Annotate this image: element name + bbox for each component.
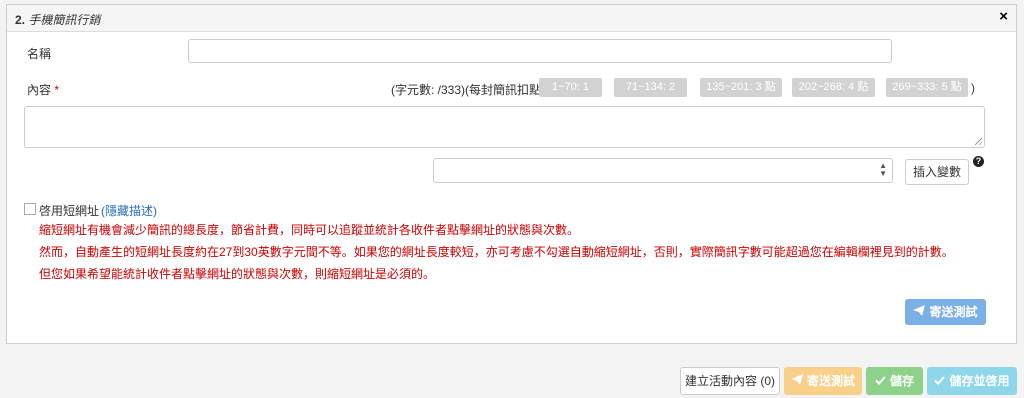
check-icon: [934, 368, 946, 394]
help-icon[interactable]: ?: [973, 156, 984, 167]
send-test-button[interactable]: 寄送測試: [905, 299, 986, 325]
save-button[interactable]: 儲存: [866, 367, 923, 395]
panel-title: 2. 手機簡訊行銷: [15, 11, 100, 28]
create-campaign-content-button[interactable]: 建立活動內容 (0): [680, 367, 780, 395]
close-icon[interactable]: ×: [999, 9, 1008, 25]
select-arrows-icon: ▲ ▼: [879, 161, 887, 178]
insert-variable-button[interactable]: 插入變數: [905, 159, 969, 185]
short-url-checkbox[interactable]: [24, 203, 36, 215]
char-info-close: ): [971, 81, 975, 95]
check-icon: [875, 368, 886, 394]
char-count-info: (字元數: /333)(每封簡訊扣點:: [391, 83, 545, 97]
hide-description-link[interactable]: (隱藏描述): [101, 202, 157, 219]
bottom-send-test-label: 寄送測試: [806, 374, 855, 388]
name-label: 名稱: [27, 47, 52, 61]
required-mark: *: [54, 83, 60, 97]
point-tier-1: 1~70: 1 點: [539, 78, 602, 112]
point-tier-4: 202~268: 4 點: [792, 78, 875, 97]
short-url-desc-2: 然而，自動產生的短網址長度約在27到30英數字元間不等。如果您的網址長度較短，亦…: [39, 245, 954, 259]
bottom-send-test-button[interactable]: 寄送測試: [784, 367, 862, 395]
point-tier-2: 71~134: 2 點: [614, 78, 687, 112]
panel-header: 2. 手機簡訊行銷 ×: [7, 5, 1016, 32]
content-textarea[interactable]: [24, 106, 985, 148]
short-url-label: 啓用短網址: [39, 204, 100, 218]
paper-plane-icon: [913, 299, 926, 325]
paper-plane-icon: [790, 368, 803, 394]
short-url-desc-3: 但您如果希望能統計收件者點擊網址的狀態與次數，則縮短網址是必須的。: [39, 267, 436, 281]
send-test-label: 寄送測試: [929, 305, 978, 319]
panel-number: 2.: [15, 13, 26, 27]
save-and-enable-button[interactable]: 儲存並啓用: [927, 367, 1017, 395]
panel-title-text: 手機簡訊行銷: [28, 13, 101, 27]
variable-select[interactable]: ▲ ▼: [433, 158, 893, 183]
point-tier-5: 269~333: 5 點: [886, 78, 968, 97]
point-tier-3: 135~201: 3 點: [700, 78, 782, 97]
short-url-desc-1: 縮短網址有機會減少簡訊的總長度，節省計費，同時可以追蹤並統計各收件者點擊網址的狀…: [39, 223, 580, 237]
content-label: 內容 *: [27, 81, 59, 98]
save-label: 儲存: [889, 374, 914, 388]
name-input[interactable]: [188, 39, 892, 63]
sms-marketing-panel: 2. 手機簡訊行銷 × 名稱 內容 * (字元數: /333)(每封簡訊扣點: …: [6, 4, 1017, 344]
content-label-text: 內容: [27, 83, 52, 97]
resize-handle-icon[interactable]: [975, 138, 982, 145]
save-and-enable-label: 儲存並啓用: [949, 374, 1010, 388]
